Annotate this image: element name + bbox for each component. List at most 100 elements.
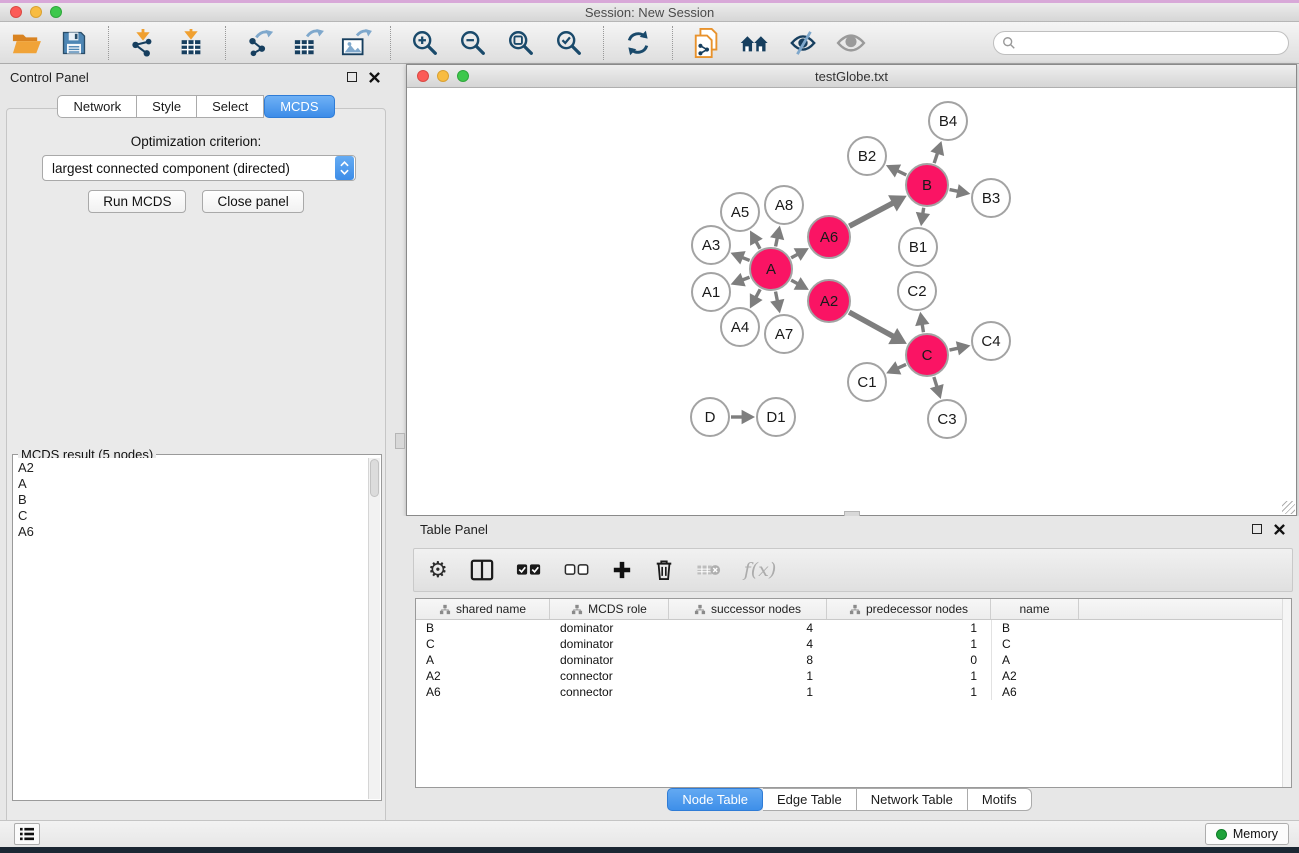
table-float-panel-icon[interactable] [1249,521,1265,537]
table-close-panel-icon[interactable] [1271,521,1287,537]
table-row[interactable]: Adominator80A [416,652,1291,668]
refresh-layout-icon[interactable] [622,27,654,59]
import-table-icon[interactable] [175,27,207,59]
app-titlebar: Session: New Session [0,0,1299,22]
mcds-result-box: MCDS result (5 nodes) A2ABCA6 [12,454,382,801]
edge-arrow-icon [742,410,755,424]
column-header-label: predecessor nodes [866,602,968,616]
table-scrollbar[interactable] [1282,599,1291,787]
show-columns-icon[interactable] [470,556,494,584]
cell-name: C [991,636,1079,652]
edge-arrow-icon [916,212,930,226]
first-neighbors-houses-icon[interactable] [739,27,771,59]
column-header-label: name [1019,602,1049,616]
save-session-icon[interactable] [58,27,90,59]
zoom-in-icon[interactable] [409,27,441,59]
result-scrollbar[interactable] [368,458,380,799]
table-row[interactable]: A2connector11A2 [416,668,1291,684]
task-history-button[interactable] [14,823,40,845]
node-label-B1: B1 [909,239,927,256]
node-table[interactable]: shared nameMCDS role successor nodes prede… [415,598,1292,788]
node-label-A: A [766,261,776,278]
mcds-result-list[interactable]: A2ABCA6 [14,458,368,799]
hide-graphics-details-icon[interactable] [787,27,819,59]
edge-arrow-icon [956,184,971,198]
float-panel-icon[interactable] [344,69,360,85]
cell-name: B [991,620,1079,636]
edge-arrow-icon [956,341,971,355]
node-label-B3: B3 [982,190,1000,207]
import-network-icon[interactable] [127,27,159,59]
search-input[interactable] [1021,35,1280,50]
tab-node-table[interactable]: Node Table [667,788,763,811]
create-column-plus-icon[interactable] [612,556,632,584]
table-row[interactable]: Bdominator41B [416,620,1291,636]
vertical-splitter-grip[interactable] [395,433,405,449]
network-canvas[interactable]: B4B2BB3A8A5A6A3B1AA1C2A2A4A7C4CC1C3DD1 [407,88,1296,515]
zoom-fit-icon[interactable] [505,27,537,59]
table-row[interactable]: A6connector11A6 [416,684,1291,700]
close-panel-icon[interactable] [366,69,382,85]
result-item[interactable]: C [18,508,364,524]
toolbar-separator [225,26,226,60]
window-resize-grip[interactable] [1282,501,1295,514]
search-box[interactable] [993,31,1289,55]
edge-arrow-icon [770,226,784,241]
cell-shared-name: C [416,637,550,651]
optimization-dropdown[interactable]: largest connected component (directed) [42,155,356,181]
cell-shared-name: B [416,621,550,635]
table-settings-gear-icon[interactable]: ⚙ [428,556,448,584]
tab-select[interactable]: Select [197,95,264,118]
cell-mcds-role: dominator [550,621,669,635]
column-header-predecessor-nodes[interactable]: predecessor nodes [827,599,991,619]
tab-motifs[interactable]: Motifs [968,788,1032,811]
export-table-icon[interactable] [292,27,324,59]
cell-shared-name: A [416,653,550,667]
node-label-C4: C4 [981,333,1000,350]
result-item[interactable]: A6 [18,524,364,540]
tab-network[interactable]: Network [57,95,137,118]
show-graphics-details-eye-icon [835,27,867,59]
table-row[interactable]: Cdominator41C [416,636,1291,652]
node-label-A5: A5 [731,204,749,221]
tab-edge-table[interactable]: Edge Table [763,788,857,811]
search-icon [1002,36,1016,50]
node-table-rows: Bdominator41BCdominator41CAdominator80AA… [416,620,1291,700]
result-item[interactable]: A2 [18,460,364,476]
node-label-C1: C1 [857,374,876,391]
column-header-mcds-role[interactable]: MCDS role [550,599,669,619]
delete-table-icon [696,556,722,584]
open-file-icon[interactable] [10,27,42,59]
table-toolbar: ⚙ f(x) [413,548,1293,592]
node-label-A6: A6 [820,229,838,246]
network-window-titlebar[interactable]: testGlobe.txt [407,65,1296,88]
result-item[interactable]: A [18,476,364,492]
edge-A6-B[interactable] [849,202,894,226]
unselect-all-columns-icon[interactable] [564,556,590,584]
column-header-label: successor nodes [711,602,801,616]
column-header-shared-name[interactable]: shared name [416,599,550,619]
run-mcds-button[interactable]: Run MCDS [88,190,186,213]
new-network-from-selection-icon[interactable] [691,27,723,59]
select-all-columns-icon[interactable] [516,556,542,584]
column-header-successor-nodes[interactable]: successor nodes [669,599,827,619]
zoom-out-icon[interactable] [457,27,489,59]
export-image-icon[interactable] [340,27,372,59]
tab-network-table[interactable]: Network Table [857,788,968,811]
edge-A2-C[interactable] [849,312,894,337]
control-panel-title: Control Panel [10,70,338,85]
node-label-A7: A7 [775,326,793,343]
optimization-criterion-label: Optimization criterion: [0,134,392,149]
node-label-B: B [922,177,932,194]
column-header-name[interactable]: name [991,599,1079,619]
network-graph[interactable]: B4B2BB3A8A5A6A3B1AA1C2A2A4A7C4CC1C3DD1 [407,88,1296,515]
cell-successor-nodes: 1 [669,669,827,683]
close-panel-button[interactable]: Close panel [202,190,303,213]
zoom-selected-icon[interactable] [553,27,585,59]
result-item[interactable]: B [18,492,364,508]
memory-button[interactable]: Memory [1205,823,1289,845]
export-network-icon[interactable] [244,27,276,59]
tab-style[interactable]: Style [137,95,197,118]
tab-mcds[interactable]: MCDS [264,95,334,118]
delete-columns-trash-icon[interactable] [654,556,674,584]
